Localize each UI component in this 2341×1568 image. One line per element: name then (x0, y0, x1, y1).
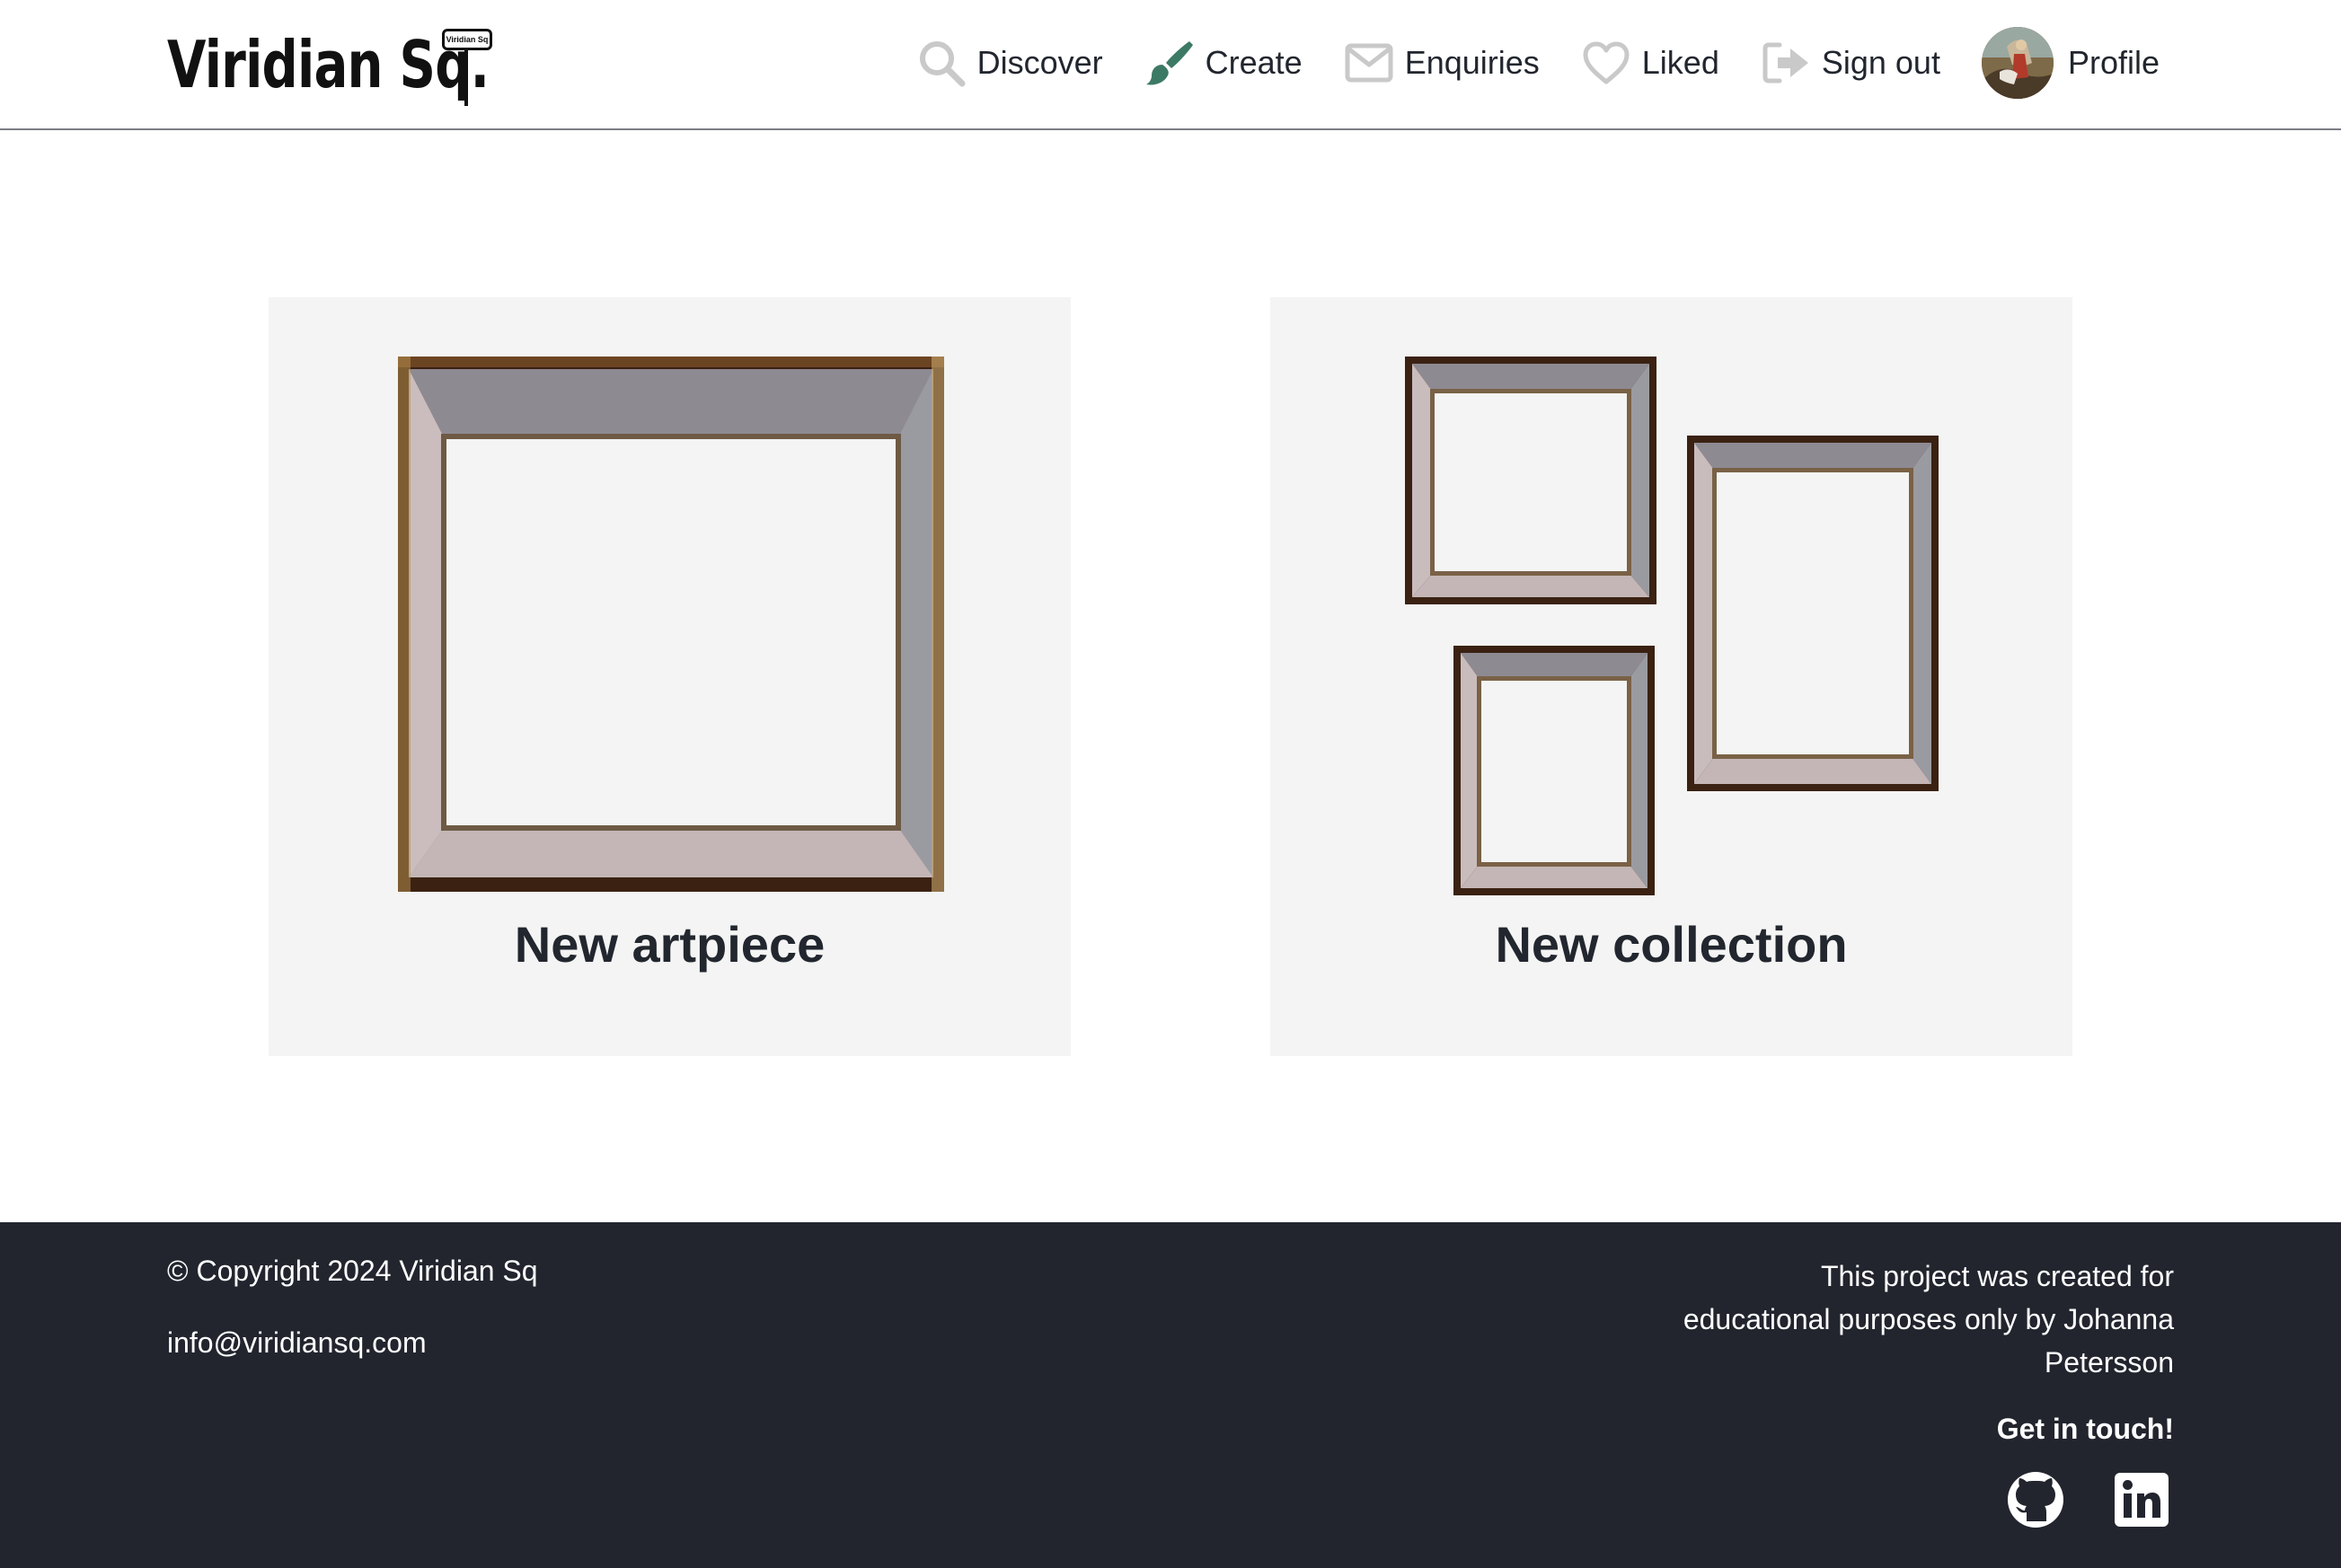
heart-icon (1581, 38, 1631, 88)
multiple-frames-image (1405, 357, 1939, 895)
main-nav: Discover Create Enquiries Liked Sign out… (916, 25, 2160, 101)
nav-profile[interactable]: Profile (1981, 25, 2160, 101)
nav-enquiries[interactable]: Enquiries (1344, 25, 1540, 101)
new-artpiece-title: New artpiece (514, 916, 826, 973)
paintbrush-icon (1144, 38, 1195, 88)
nav-liked-label: Liked (1641, 44, 1719, 81)
nav-liked[interactable]: Liked (1581, 25, 1719, 101)
nav-profile-label: Profile (2067, 44, 2160, 81)
nav-sign-out[interactable]: Sign out (1761, 25, 1940, 101)
new-artpiece-card[interactable]: New artpiece (269, 297, 1071, 1056)
github-icon[interactable] (2003, 1467, 2068, 1532)
single-frame-image (398, 357, 944, 892)
search-icon (916, 38, 967, 88)
logo-text: Viridian Sq. (167, 27, 490, 102)
nav-enquiries-label: Enquiries (1404, 44, 1540, 81)
contact-email[interactable]: info@viridiansq.com (167, 1326, 427, 1360)
site-footer: © Copyright 2024 Viridian Sq info@viridi… (0, 1222, 2341, 1568)
social-links (1962, 1467, 2174, 1532)
nav-discover[interactable]: Discover (916, 25, 1103, 101)
avatar (1981, 27, 2054, 99)
nav-discover-label: Discover (976, 44, 1103, 81)
new-collection-card[interactable]: New collection (1270, 297, 2072, 1056)
sign-out-icon (1761, 38, 1811, 88)
nav-create[interactable]: Create (1144, 25, 1303, 101)
linkedin-icon[interactable] (2109, 1467, 2174, 1532)
nav-create-label: Create (1205, 44, 1303, 81)
logo-sign-text: Viridian Sq (442, 29, 492, 50)
site-header: Viridian Sq. Viridian Sq Discover Create… (0, 0, 2341, 130)
get-in-touch-heading: Get in touch! (1996, 1413, 2174, 1445)
envelope-icon (1344, 38, 1394, 88)
project-about-text: This project was created for educational… (1683, 1260, 2174, 1379)
new-collection-title: New collection (1495, 916, 1848, 973)
nav-sign-out-label: Sign out (1821, 44, 1940, 81)
logo[interactable]: Viridian Sq. Viridian Sq (167, 23, 579, 106)
logo-signpost-icon: Viridian Sq (442, 29, 499, 108)
copyright-text: © Copyright 2024 Viridian Sq (167, 1255, 538, 1287)
